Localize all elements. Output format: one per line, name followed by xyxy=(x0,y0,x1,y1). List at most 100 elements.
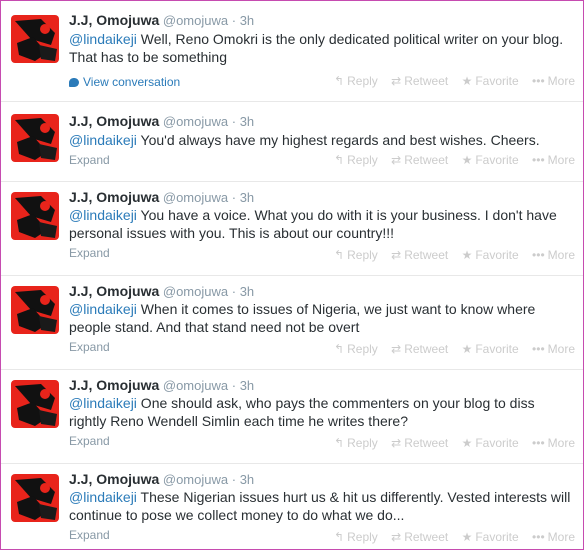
mention-link[interactable]: @lindaikeji xyxy=(69,31,137,47)
retweet-button[interactable]: ⇄ Retweet xyxy=(391,248,448,262)
reply-button[interactable]: ↰ Reply xyxy=(334,74,378,88)
tweet-body: When it comes to issues of Nigeria, we j… xyxy=(69,301,536,335)
author-handle[interactable]: @omojuwa xyxy=(163,190,228,205)
author-handle[interactable]: @omojuwa xyxy=(163,378,228,393)
tweet-body: These Nigerian issues hurt us & hit us d… xyxy=(69,489,571,523)
tweet-text: @lindaikeji When it comes to issues of N… xyxy=(69,300,574,336)
avatar[interactable] xyxy=(11,114,59,162)
expand-link[interactable]: Expand xyxy=(69,528,110,542)
reply-arrow-icon: ↰ xyxy=(334,342,345,356)
favorite-button[interactable]: ★ Favorite xyxy=(462,248,519,262)
reply-button[interactable]: ↰ Reply xyxy=(334,530,378,544)
more-button[interactable]: ••• More xyxy=(532,153,575,167)
reply-button[interactable]: ↰ Reply xyxy=(334,436,378,450)
tweet[interactable]: J.J, Omojuwa @omojuwa · 3h @lindaikeji W… xyxy=(1,276,583,370)
author-handle[interactable]: @omojuwa xyxy=(163,284,228,299)
more-label: More xyxy=(547,342,575,356)
tweet-header: J.J, Omojuwa @omojuwa · 3h xyxy=(69,11,254,30)
tweet[interactable]: J.J, Omojuwa @omojuwa · 3h @lindaikeji Y… xyxy=(1,182,583,276)
retweet-button[interactable]: ⇄ Retweet xyxy=(391,530,448,544)
star-icon: ★ xyxy=(461,74,473,88)
favorite-label: Favorite xyxy=(475,74,519,88)
view-conversation-label: View conversation xyxy=(83,75,181,89)
retweet-button[interactable]: ⇄ Retweet xyxy=(391,342,448,356)
favorite-label: Favorite xyxy=(475,436,519,450)
timestamp[interactable]: 3h xyxy=(240,284,254,299)
tweet-text: @lindaikeji One should ask, who pays the… xyxy=(69,394,574,430)
timestamp[interactable]: 3h xyxy=(240,190,254,205)
separator: · xyxy=(231,472,237,487)
retweet-button[interactable]: ⇄ Retweet xyxy=(391,74,448,88)
author-name[interactable]: J.J, Omojuwa xyxy=(69,283,159,299)
author-handle[interactable]: @omojuwa xyxy=(163,472,228,487)
star-icon: ★ xyxy=(461,248,473,262)
retweet-button[interactable]: ⇄ Retweet xyxy=(391,153,448,167)
expand-link[interactable]: Expand xyxy=(69,340,110,354)
more-label: More xyxy=(547,436,575,450)
timestamp[interactable]: 3h xyxy=(240,13,254,28)
avatar[interactable] xyxy=(11,286,59,334)
retweet-arrows-icon: ⇄ xyxy=(391,74,402,88)
avatar[interactable] xyxy=(11,15,59,63)
mention-link[interactable]: @lindaikeji xyxy=(69,132,137,148)
separator: · xyxy=(231,13,237,28)
reply-arrow-icon: ↰ xyxy=(334,74,345,88)
author-name[interactable]: J.J, Omojuwa xyxy=(69,189,159,205)
favorite-button[interactable]: ★ Favorite xyxy=(462,74,519,88)
tweet[interactable]: J.J, Omojuwa @omojuwa · 3h @lindaikeji O… xyxy=(1,370,583,464)
favorite-button[interactable]: ★ Favorite xyxy=(462,342,519,356)
favorite-button[interactable]: ★ Favorite xyxy=(462,530,519,544)
reply-label: Reply xyxy=(347,74,378,88)
mention-link[interactable]: @lindaikeji xyxy=(69,395,137,411)
mention-link[interactable]: @lindaikeji xyxy=(69,489,137,505)
favorite-button[interactable]: ★ Favorite xyxy=(462,153,519,167)
expand-link[interactable]: Expand xyxy=(69,246,110,260)
tweet[interactable]: J.J, Omojuwa @omojuwa · 3h @lindaikeji W… xyxy=(1,1,583,102)
avatar[interactable] xyxy=(11,192,59,240)
favorite-label: Favorite xyxy=(475,530,519,544)
author-name[interactable]: J.J, Omojuwa xyxy=(69,377,159,393)
reply-arrow-icon: ↰ xyxy=(334,530,345,544)
tweet-header: J.J, Omojuwa @omojuwa · 3h xyxy=(69,188,254,207)
more-button[interactable]: ••• More xyxy=(532,342,575,356)
expand-link[interactable]: Expand xyxy=(69,434,110,448)
more-label: More xyxy=(547,530,575,544)
tweet-actions: ↰ Reply ⇄ Retweet ★ Favorite ••• More xyxy=(324,342,575,356)
tweet-body: You'd always have my highest regards and… xyxy=(136,132,540,148)
author-name[interactable]: J.J, Omojuwa xyxy=(69,471,159,487)
tweet[interactable]: J.J, Omojuwa @omojuwa · 3h @lindaikeji Y… xyxy=(1,102,583,182)
more-button[interactable]: ••• More xyxy=(532,74,575,88)
mention-link[interactable]: @lindaikeji xyxy=(69,301,137,317)
retweet-label: Retweet xyxy=(404,248,449,262)
reply-button[interactable]: ↰ Reply xyxy=(334,342,378,356)
retweet-button[interactable]: ⇄ Retweet xyxy=(391,436,448,450)
more-button[interactable]: ••• More xyxy=(532,436,575,450)
ellipsis-icon: ••• xyxy=(532,74,545,88)
more-button[interactable]: ••• More xyxy=(532,248,575,262)
avatar[interactable] xyxy=(11,380,59,428)
tweet-actions: ↰ Reply ⇄ Retweet ★ Favorite ••• More xyxy=(324,74,575,88)
favorite-label: Favorite xyxy=(475,153,519,167)
timestamp[interactable]: 3h xyxy=(240,378,254,393)
favorite-button[interactable]: ★ Favorite xyxy=(462,436,519,450)
author-name[interactable]: J.J, Omojuwa xyxy=(69,113,159,129)
ellipsis-icon: ••• xyxy=(532,436,545,450)
retweet-arrows-icon: ⇄ xyxy=(391,342,402,356)
reply-button[interactable]: ↰ Reply xyxy=(334,153,378,167)
avatar[interactable] xyxy=(11,474,59,522)
mention-link[interactable]: @lindaikeji xyxy=(69,207,137,223)
author-handle[interactable]: @omojuwa xyxy=(163,13,228,28)
more-button[interactable]: ••• More xyxy=(532,530,575,544)
view-conversation-link[interactable]: View conversation xyxy=(69,75,180,89)
reply-label: Reply xyxy=(347,248,378,262)
reply-button[interactable]: ↰ Reply xyxy=(334,248,378,262)
tweet-actions: ↰ Reply ⇄ Retweet ★ Favorite ••• More xyxy=(324,530,575,544)
author-name[interactable]: J.J, Omojuwa xyxy=(69,12,159,28)
timestamp[interactable]: 3h xyxy=(240,114,254,129)
tweet[interactable]: J.J, Omojuwa @omojuwa · 3h @lindaikeji T… xyxy=(1,464,583,549)
more-label: More xyxy=(547,153,575,167)
ellipsis-icon: ••• xyxy=(532,153,545,167)
timestamp[interactable]: 3h xyxy=(240,472,254,487)
author-handle[interactable]: @omojuwa xyxy=(163,114,228,129)
expand-link[interactable]: Expand xyxy=(69,153,110,167)
